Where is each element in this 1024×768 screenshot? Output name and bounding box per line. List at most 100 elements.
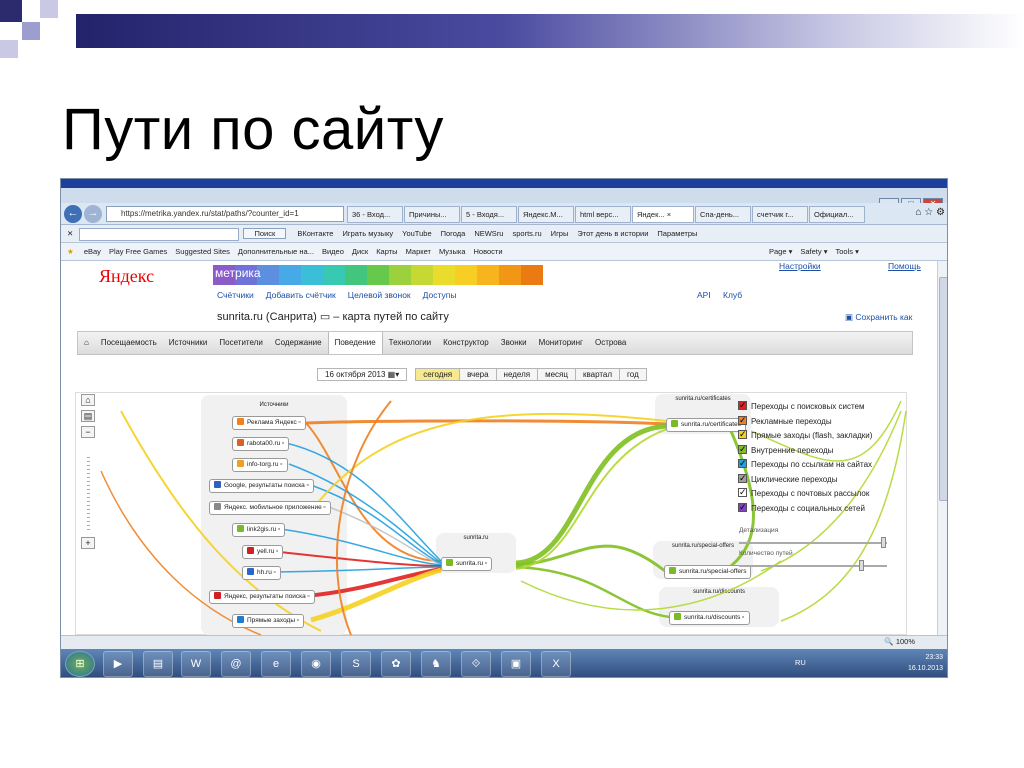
source-node[interactable]: link2gis.ru ▫ xyxy=(232,523,286,537)
forward-icon[interactable]: → xyxy=(84,205,102,223)
source-label: Google, результаты поиска xyxy=(224,482,305,489)
system-clock[interactable]: 23:33 16.10.2013 xyxy=(908,652,943,674)
source-page-icon: ▫ xyxy=(305,593,310,600)
close-toolbar-icon[interactable]: ✕ xyxy=(67,229,73,238)
source-node[interactable]: Прямые заходы ▫ xyxy=(232,614,305,628)
chrome-icon[interactable]: ◉ xyxy=(301,651,331,677)
word-icon[interactable]: W xyxy=(181,651,211,677)
source-node[interactable]: rabota00.ru ▫ xyxy=(232,437,290,451)
detail-slider[interactable] xyxy=(739,537,887,548)
favorites-item[interactable]: Карты xyxy=(376,247,397,256)
toolbar-item[interactable]: YouTube xyxy=(402,229,431,238)
toolbar-item[interactable]: Этот день в истории xyxy=(577,229,648,238)
favorites-star-icon[interactable]: ★ xyxy=(67,247,74,256)
legend-item[interactable]: Прямые заходы (flash, закладки) xyxy=(738,427,900,444)
legend-checkbox[interactable] xyxy=(738,442,747,456)
toolbar-item[interactable]: Параметры xyxy=(657,229,697,238)
search-input[interactable] xyxy=(79,227,240,241)
flow-path xyxy=(270,550,442,567)
favorites-item[interactable]: eBay xyxy=(84,247,101,256)
source-node[interactable]: Реклама Яндекс ▫ xyxy=(232,416,306,430)
source-node[interactable]: hh.ru ▫ xyxy=(242,566,281,580)
start-button-icon[interactable]: ⊞ xyxy=(65,651,95,677)
path-count-slider[interactable] xyxy=(739,560,887,571)
legend-item[interactable]: Переходы с почтовых рассылок xyxy=(738,485,900,502)
toolbar-item[interactable]: NEWSru xyxy=(474,229,503,238)
toolbar-item[interactable]: sports.ru xyxy=(512,229,541,238)
flow-path xyxy=(328,506,442,566)
evernote-icon[interactable]: ♞ xyxy=(421,651,451,677)
favorites-item[interactable]: Диск xyxy=(352,247,368,256)
legend-checkbox[interactable] xyxy=(738,398,747,412)
source-node[interactable]: yell.ru ▫ xyxy=(242,545,284,559)
address-bar[interactable]: https://metrika.yandex.ru/stat/paths/?co… xyxy=(106,206,344,222)
page-scrollbar[interactable] xyxy=(937,261,947,635)
certificates-node[interactable]: sunrita.ru/certificates xyxy=(666,418,746,432)
language-indicator[interactable]: RU xyxy=(795,658,806,667)
source-node[interactable]: info-torg.ru ▫ xyxy=(232,458,288,472)
folder-icon[interactable]: ▤ xyxy=(143,651,173,677)
browser-tab[interactable]: 36 - Вход... xyxy=(347,206,403,223)
ie-menu-item[interactable]: Tools ▾ xyxy=(836,247,859,256)
legend-item[interactable]: Внутренние переходы xyxy=(738,442,900,459)
legend-label: Переходы по ссылкам на сайтах xyxy=(751,460,873,469)
favorites-item[interactable]: Suggested Sites xyxy=(175,247,230,256)
skype-icon[interactable]: S xyxy=(341,651,371,677)
browser-tab[interactable]: html верс... xyxy=(575,206,631,223)
browser-tab[interactable]: Причины... xyxy=(404,206,460,223)
windows-taskbar: ⊞ ▶ ▤ W @ e ◉ S ✿ ♞ ⟐ ▣ X RU 23:33 16.10.… xyxy=(61,649,947,677)
legend-item[interactable]: Переходы с поисковых систем xyxy=(738,398,900,415)
source-icon xyxy=(214,503,221,510)
toolbar-item[interactable]: Играть музыку xyxy=(342,229,393,238)
legend-item[interactable]: Переходы по ссылкам на сайтах xyxy=(738,456,900,473)
legend-item[interactable]: Циклические переходы xyxy=(738,471,900,488)
special-offers-node[interactable]: sunrita.ru/special-offers xyxy=(664,565,752,579)
toolbar-item[interactable]: ВКонтакте xyxy=(297,229,333,238)
search-button[interactable]: Поиск xyxy=(243,228,287,239)
toolbar-item[interactable]: Игры xyxy=(551,229,569,238)
source-node[interactable]: Google, результаты поиска ▫ xyxy=(209,479,314,493)
pdf-icon[interactable]: ⟐ xyxy=(461,651,491,677)
zoom-level[interactable]: 🔍 100% xyxy=(884,637,915,646)
favorites-item[interactable]: Play Free Games xyxy=(109,247,167,256)
source-node[interactable]: Яндекс, результаты поиска ▫ xyxy=(209,590,315,604)
favorites-item[interactable]: Маркет xyxy=(406,247,431,256)
icq-icon[interactable]: ✿ xyxy=(381,651,411,677)
browser-tab[interactable]: Официал... xyxy=(809,206,865,223)
home-icon[interactable]: ⌂ ☆ ⚙ xyxy=(915,207,945,218)
legend-checkbox[interactable] xyxy=(738,500,747,514)
legend-checkbox[interactable] xyxy=(738,456,747,470)
favorites-item[interactable]: Дополнительные на... xyxy=(238,247,314,256)
browser-tab[interactable]: Яндек... × xyxy=(632,206,694,223)
favorites-item[interactable]: Новости xyxy=(474,247,503,256)
toolbar-item[interactable]: Погода xyxy=(441,229,466,238)
source-label: rabota00.ru xyxy=(247,440,281,447)
browser-tab[interactable]: 5 - Входя... xyxy=(461,206,517,223)
source-node[interactable]: Яндекс. мобильное приложение ▫ xyxy=(209,501,331,515)
source-icon xyxy=(237,460,244,467)
back-icon[interactable]: ← xyxy=(64,205,82,223)
media-player-icon[interactable]: ▶ xyxy=(103,651,133,677)
legend-label: Переходы с социальных сетей xyxy=(751,503,865,513)
legend-checkbox[interactable] xyxy=(738,485,747,499)
legend-item[interactable]: Переходы с социальных сетей xyxy=(738,500,900,517)
legend-checkbox[interactable] xyxy=(738,413,747,427)
legend-checkbox[interactable] xyxy=(738,471,747,485)
browser-tab[interactable]: Яндекс.М... xyxy=(518,206,574,223)
excel-icon[interactable]: X xyxy=(541,651,571,677)
browser-tab[interactable]: счетчик г... xyxy=(752,206,808,223)
ie-menu-item[interactable]: Safety ▾ xyxy=(800,247,827,256)
internet-explorer-icon[interactable]: e xyxy=(261,651,291,677)
discounts-node[interactable]: sunrita.ru/discounts ▫ xyxy=(669,611,750,625)
legend-item[interactable]: Рекламные переходы xyxy=(738,413,900,430)
email-icon[interactable]: @ xyxy=(221,651,251,677)
center-node[interactable]: sunrita.ru ▫ xyxy=(441,557,493,571)
detail-label: Детализация xyxy=(739,527,779,534)
source-icon xyxy=(247,547,254,554)
legend-checkbox[interactable] xyxy=(738,427,747,441)
favorites-item[interactable]: Музыка xyxy=(439,247,466,256)
browser-tab[interactable]: Спа-день... xyxy=(695,206,751,223)
ie-menu-item[interactable]: Page ▾ xyxy=(769,247,792,256)
presentation-icon[interactable]: ▣ xyxy=(501,651,531,677)
favorites-item[interactable]: Видео xyxy=(322,247,344,256)
